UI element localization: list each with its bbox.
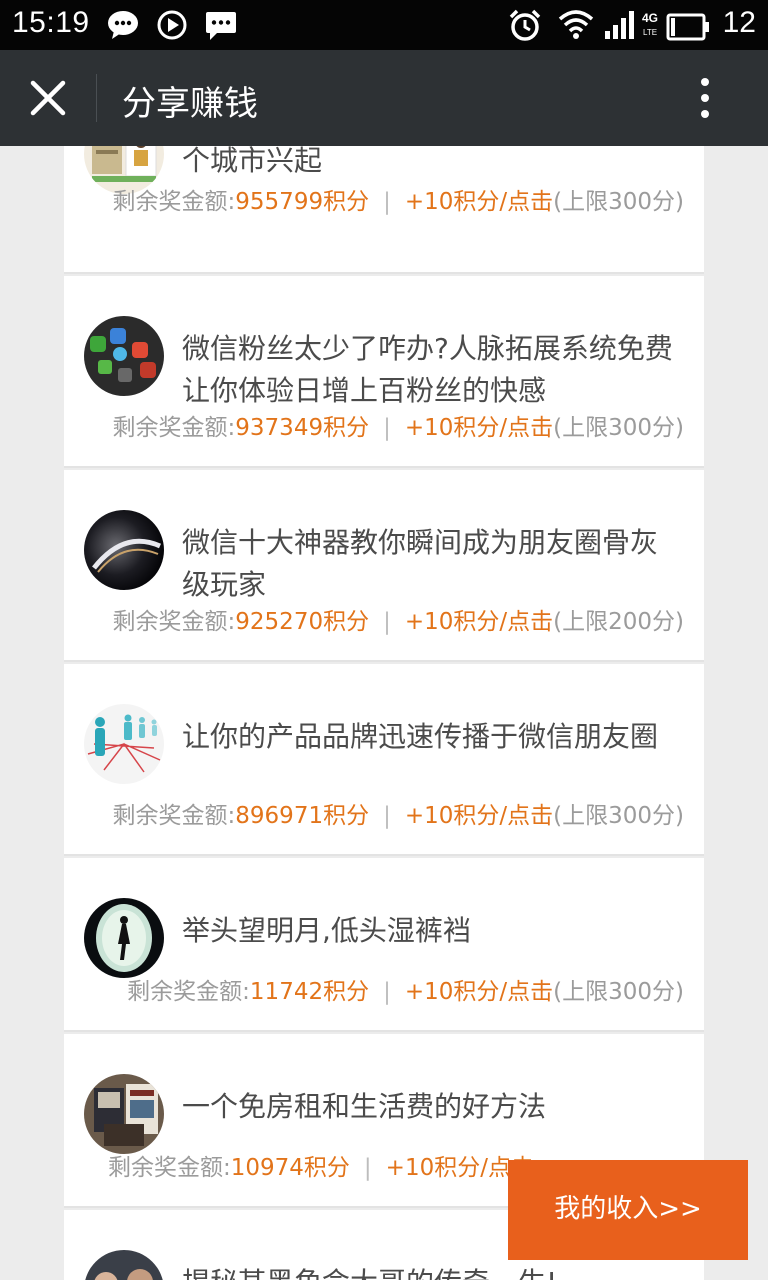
more-vertical-icon[interactable] [690, 74, 720, 122]
nav-divider [96, 74, 97, 122]
reward-value: +10积分/点击 [404, 189, 554, 215]
page-title: 分享赚钱 [122, 84, 258, 124]
item-meta: 剩余奖金额:937349积分 | +10积分/点击(上限300分) [113, 408, 684, 442]
item-title: 揭秘某黑角命大哥的传奇一生! [182, 1262, 682, 1280]
meta-separator: | [383, 189, 391, 215]
network-people-thumbnail [84, 704, 164, 784]
alarm-icon [509, 9, 541, 41]
message-icon [206, 12, 236, 40]
list-item[interactable]: 微信粉丝太少了咋办?人脉拓展系统免费让你体验日增上百粉丝的快感 剩余奖金额:93… [64, 276, 704, 468]
item-title: 让你的产品品牌迅速传播于微信朋友圈 [182, 720, 659, 753]
item-title: 一个免房租和生活费的好方法 [182, 1090, 547, 1123]
remaining-label: 剩余奖金额: [127, 979, 250, 1005]
wifi-icon [558, 10, 594, 39]
item-title: 举头望明月,低头湿裤裆 [182, 914, 471, 947]
battery-level: 12 [722, 6, 756, 39]
remaining-label: 剩余奖金额: [112, 415, 236, 441]
lte-label: LTE [643, 28, 658, 37]
meta-separator: | [383, 803, 391, 829]
remaining-label: 剩余奖金额: [112, 803, 236, 829]
limit-value: (上限200分) [553, 609, 684, 635]
list-item[interactable]: 举头望明月,低头湿裤裆 剩余奖金额:11742积分 | +10积分/点击(上限300… [64, 858, 704, 1032]
list-item[interactable]: mopou家政模板助力家政o2o市场在各个城市兴起 剩余奖金额:955799积分… [64, 146, 704, 274]
reward-value: +10积分/点击 [404, 979, 554, 1005]
meta-separator: | [383, 979, 391, 1005]
chat-bubble-icon [108, 11, 138, 39]
moon-figure-thumbnail [84, 898, 164, 978]
navbar: 分享赚钱 [0, 50, 768, 146]
remaining-label: 剩余奖金额: [112, 609, 236, 635]
meta-separator: | [363, 1155, 372, 1181]
list-item[interactable]: 微信十大神器教你瞬间成为朋友圈骨灰级玩家 剩余奖金额:925270积分 | +10积… [64, 470, 704, 662]
space-thumbnail [84, 510, 164, 590]
signal-icon [605, 11, 634, 39]
limit-value: (上限300分) [553, 189, 684, 215]
reward-value: +10积分/点击 [404, 609, 554, 635]
item-meta: 剩余奖金额:10974积分 | +10积分/点击 [108, 1148, 534, 1182]
share-list: mopou家政模板助力家政o2o市场在各个城市兴起 剩余奖金额:955799积分… [64, 146, 704, 1280]
photo-thumbnail [84, 1250, 164, 1280]
meta-separator: | [383, 415, 391, 441]
list-item[interactable]: 让你的产品品牌迅速传播于微信朋友圈 剩余奖金额:896971积分 | +10积分/点… [64, 664, 704, 856]
network-type-label: 4G [642, 11, 659, 25]
status-time: 15:19 [12, 6, 90, 39]
points-value: 896971积分 [235, 803, 370, 829]
points-value: 11742积分 [249, 979, 370, 1005]
my-income-button[interactable]: 我的收入>> [508, 1160, 748, 1260]
meta-separator: | [383, 609, 391, 635]
remaining-label: 剩余奖金额: [108, 1155, 231, 1181]
item-title: 微信粉丝太少了咋办?人脉拓展系统免费让你体验日增上百粉丝的快感 [182, 332, 673, 407]
item-title: mopou家政模板助力家政o2o市场在各个城市兴起 [182, 146, 323, 177]
limit-value: (上限300分) [553, 979, 684, 1005]
battery-icon [666, 13, 709, 41]
item-meta: 剩余奖金额:11742积分 | +10积分/点击(上限300分) [127, 972, 684, 1006]
item-meta: 剩余奖金额:955799积分 | +10积分/点击(上限300分) [113, 182, 684, 216]
points-value: 955799积分 [235, 189, 370, 215]
limit-value: (上限300分) [553, 415, 684, 441]
reward-value: +10积分/点击 [404, 415, 554, 441]
points-value: 925270积分 [235, 609, 370, 635]
status-bar: 15:19 4G LTE 12 [0, 0, 768, 50]
close-icon[interactable] [24, 74, 72, 122]
points-value: 10974积分 [230, 1155, 350, 1181]
points-value: 937349积分 [235, 415, 370, 441]
app-icons-thumbnail [84, 316, 164, 396]
item-meta: 剩余奖金额:896971积分 | +10积分/点击(上限300分) [113, 796, 684, 830]
item-meta: 剩余奖金额:925270积分 | +10积分/点击(上限200分) [113, 602, 684, 636]
magazine-thumbnail [84, 1074, 164, 1154]
play-icon [157, 10, 187, 40]
reward-value: +10积分/点击 [404, 803, 554, 829]
remaining-label: 剩余奖金额: [112, 189, 236, 215]
item-title: 微信十大神器教你瞬间成为朋友圈骨灰级玩家 [182, 526, 659, 601]
limit-value: (上限300分) [553, 803, 684, 829]
